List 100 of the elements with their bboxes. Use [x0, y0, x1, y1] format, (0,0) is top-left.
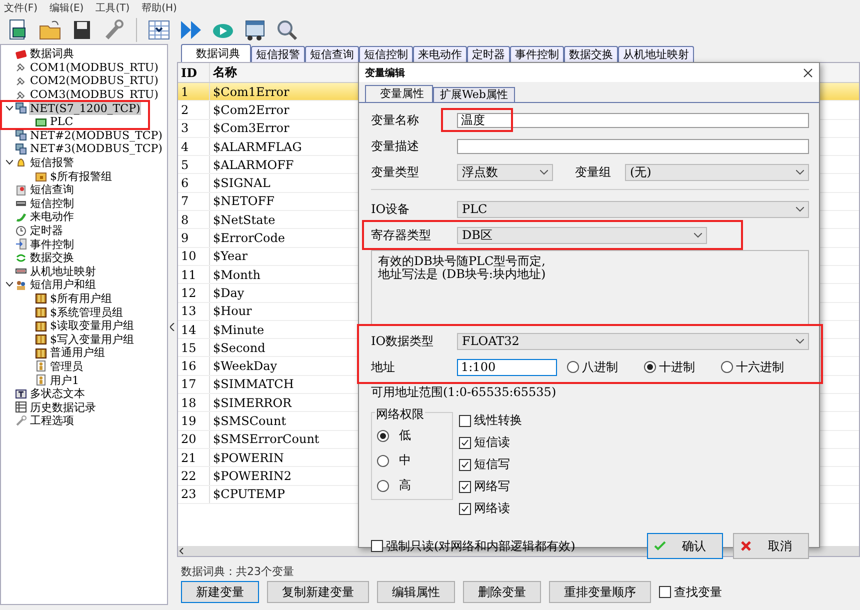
- chevron-icon[interactable]: [6, 282, 12, 288]
- tree-item[interactable]: 用户1: [49, 372, 80, 388]
- tree-item[interactable]: 历史数据记录: [29, 400, 97, 415]
- checkbox[interactable]: [459, 480, 471, 492]
- hint-text: 地址写法是 (DB块号:块内地址): [378, 268, 547, 281]
- tree-item[interactable]: 管理员: [49, 358, 84, 374]
- menu-item[interactable]: 工具(T): [96, 1, 130, 15]
- tab[interactable]: 事件控制: [510, 46, 564, 62]
- table-cell: 12: [178, 284, 210, 302]
- tab[interactable]: 数据交换: [564, 46, 618, 62]
- chevron-icon[interactable]: [6, 160, 12, 166]
- tab[interactable]: 变量属性: [365, 85, 433, 102]
- grid-icon[interactable]: [147, 18, 171, 42]
- open-folder-icon[interactable]: [38, 18, 62, 42]
- tree-item[interactable]: 短信查询: [29, 182, 75, 198]
- tree-item[interactable]: 短信报警: [29, 155, 75, 170]
- checkbox[interactable]: [659, 586, 671, 598]
- checkbox-label[interactable]: 网络写: [474, 478, 510, 495]
- radio-button[interactable]: [377, 430, 389, 442]
- tree-item[interactable]: 短信用户和组: [29, 277, 97, 292]
- tree-item[interactable]: 定时器: [29, 223, 64, 238]
- cancel-button[interactable]: 取消: [733, 533, 809, 559]
- tree-item[interactable]: $所有报警组: [49, 168, 113, 184]
- checkbox-label[interactable]: 网络读: [474, 500, 510, 517]
- radio-button[interactable]: [377, 454, 389, 466]
- radio-button[interactable]: [377, 480, 389, 492]
- address-field[interactable]: 1:100: [457, 358, 557, 376]
- tree-item[interactable]: COM2(MODBUS_RTU): [29, 74, 160, 88]
- group-dropdown[interactable]: (无): [625, 164, 809, 180]
- tree-item[interactable]: 来电动作: [29, 209, 75, 224]
- close-icon[interactable]: [803, 68, 813, 78]
- tree-item[interactable]: $写入变量用户组: [49, 332, 135, 347]
- radio-label[interactable]: 十进制: [659, 358, 695, 376]
- action-button[interactable]: 重排变量顺序: [549, 581, 651, 603]
- checkbox-label[interactable]: 短信写: [474, 456, 510, 473]
- radio-label[interactable]: 中: [399, 452, 411, 469]
- tab[interactable]: 短信控制: [359, 46, 413, 62]
- radio-label[interactable]: 八进制: [582, 358, 618, 376]
- tree-item[interactable]: COM3(MODBUS_RTU): [29, 88, 160, 102]
- radio-button[interactable]: [567, 361, 579, 373]
- radio-label[interactable]: 高: [399, 477, 411, 494]
- tree-item[interactable]: NET#3(MODBUS_TCP): [29, 142, 164, 156]
- column-header[interactable]: 名称: [210, 63, 356, 82]
- fast-forward-icon[interactable]: [179, 18, 203, 42]
- column-header[interactable]: ID: [178, 63, 210, 82]
- action-button[interactable]: 编辑属性: [377, 581, 455, 603]
- window-icon[interactable]: [243, 18, 267, 42]
- checkbox[interactable]: [459, 436, 471, 448]
- checkbox-label[interactable]: 短信读: [474, 434, 510, 451]
- tree-item[interactable]: 数据交换: [29, 250, 75, 266]
- checkbox[interactable]: [459, 458, 471, 470]
- tree-item[interactable]: 事件控制: [29, 236, 75, 252]
- menu-item[interactable]: 帮助(H): [142, 1, 177, 15]
- tab[interactable]: 扩展Web属性: [433, 87, 515, 102]
- menu-item[interactable]: 编辑(E): [50, 1, 84, 15]
- checkbox-label[interactable]: 强制只读(对网络和内部逻辑都有效): [386, 538, 576, 554]
- tab[interactable]: 短信报警: [251, 46, 305, 62]
- data-type-dropdown[interactable]: FLOAT32: [457, 332, 809, 350]
- tree-item[interactable]: NET(S7_1200_TCP): [29, 102, 142, 115]
- tree-item[interactable]: COM1(MODBUS_RTU): [29, 60, 160, 74]
- tree-item[interactable]: 从机地址映射: [29, 264, 97, 279]
- type-dropdown[interactable]: 浮点数: [457, 164, 553, 180]
- confirm-button[interactable]: 确认: [647, 533, 723, 559]
- action-button[interactable]: 复制新建变量: [267, 581, 369, 603]
- menu-item[interactable]: 文件(F): [4, 1, 38, 15]
- tree-item[interactable]: NET#2(MODBUS_TCP): [29, 128, 164, 142]
- description-field[interactable]: [457, 138, 809, 154]
- device-dropdown[interactable]: PLC: [457, 200, 809, 218]
- checkbox[interactable]: [459, 414, 471, 426]
- tab[interactable]: 短信查询: [305, 46, 359, 62]
- radio-button[interactable]: [721, 361, 733, 373]
- action-button[interactable]: 删除变量: [463, 581, 541, 603]
- radio-label[interactable]: 十六进制: [736, 358, 784, 376]
- tab[interactable]: 定时器: [467, 46, 510, 62]
- tab[interactable]: 来电动作: [413, 46, 467, 62]
- tree-item[interactable]: 普通用户组: [49, 345, 106, 360]
- checkbox-label[interactable]: 线性转换: [474, 412, 522, 429]
- name-field[interactable]: 温度: [457, 112, 809, 128]
- radio-button[interactable]: [644, 361, 656, 373]
- search-icon[interactable]: [275, 18, 299, 42]
- radio-label[interactable]: 低: [399, 427, 411, 444]
- chevron-icon[interactable]: [6, 106, 12, 111]
- scroll-left-icon[interactable]: [178, 547, 186, 555]
- tab[interactable]: 从机地址映射: [618, 46, 694, 62]
- tree-item[interactable]: 短信控制: [29, 196, 75, 211]
- tab[interactable]: 数据词典: [181, 44, 251, 62]
- action-button[interactable]: 新建变量: [181, 581, 259, 603]
- tree-item[interactable]: 多状态文本: [29, 386, 86, 402]
- network-icon: [15, 142, 27, 155]
- tree-item[interactable]: $所有用户组: [49, 290, 113, 306]
- tree-item[interactable]: $系统管理员组: [49, 304, 124, 320]
- dialog-title: 变量编辑: [365, 66, 405, 80]
- tree-item[interactable]: PLC: [49, 115, 74, 128]
- checkbox-label[interactable]: 查找变量: [674, 584, 722, 600]
- checkbox[interactable]: [371, 540, 383, 552]
- tree-item[interactable]: 工程选项: [29, 413, 75, 428]
- tree-item[interactable]: $读取变量用户组: [49, 318, 135, 334]
- checkbox[interactable]: [459, 502, 471, 514]
- tree-item[interactable]: 数据词典: [29, 46, 75, 62]
- register-dropdown[interactable]: DB区: [457, 226, 707, 244]
